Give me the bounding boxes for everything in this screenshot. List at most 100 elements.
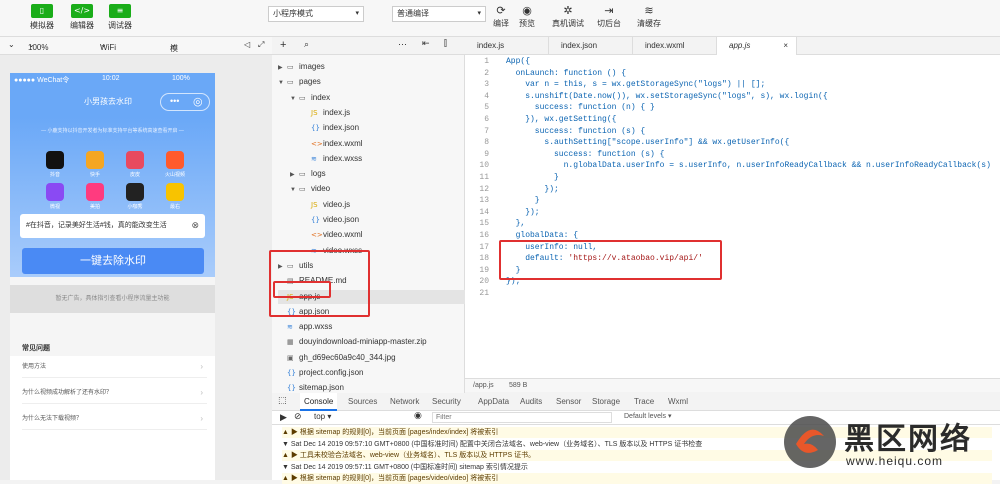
simulator-toggle-button[interactable]: ▯ 模拟器 xyxy=(22,4,62,31)
file-name: video.js xyxy=(323,199,351,209)
app-icon[interactable] xyxy=(166,151,184,169)
file-item[interactable]: ≋ app.wxss xyxy=(278,320,332,334)
add-file-icon[interactable]: + xyxy=(280,39,286,51)
line-number: 9 xyxy=(484,149,489,159)
devtools-tab[interactable]: Security xyxy=(432,393,461,411)
file-item[interactable]: JS index.js xyxy=(302,106,350,120)
folder-item[interactable]: ▼ ▭ pages xyxy=(278,75,321,89)
code-line[interactable]: success: function (n) { } xyxy=(506,102,655,114)
file-name: logs xyxy=(311,169,326,179)
file-item[interactable]: ▣ gh_d69ec60a9c40_344.jpg xyxy=(278,351,396,365)
remote-debug-button[interactable]: ✲ 真机调试 xyxy=(551,4,585,29)
file-item[interactable]: <>index.wxml xyxy=(302,137,363,151)
status-bar: ●●●●● WeChat令 10:02 100% xyxy=(10,73,215,87)
tab-app-js[interactable]: app.js × xyxy=(717,37,797,55)
app-icon[interactable] xyxy=(166,183,184,201)
app-icon[interactable] xyxy=(126,151,144,169)
file-item[interactable]: <>video.wxml xyxy=(302,228,363,242)
file-item[interactable]: {} video.json xyxy=(302,213,359,227)
code-line[interactable]: success: function (s) { xyxy=(506,149,664,161)
clear-input-icon[interactable]: ⊗ xyxy=(191,214,199,238)
tab-index-wxml[interactable]: index.wxml xyxy=(633,37,717,55)
tab-index-js[interactable]: index.js xyxy=(465,37,549,55)
code-line[interactable]: n.globalData.userInfo = s.userInfo, n.us… xyxy=(506,160,991,172)
code-line[interactable]: s.authSetting["scope.userInfo"] && wx.ge… xyxy=(506,137,789,149)
eye-icon[interactable]: ◉ xyxy=(414,411,422,421)
code-line[interactable]: onLaunch: function () { xyxy=(506,68,626,80)
code-line[interactable]: App({ xyxy=(506,56,530,68)
preview-button[interactable]: ◉ 预览 xyxy=(516,4,538,29)
folder-item[interactable]: ▶ ▭ logs xyxy=(290,167,326,181)
close-tab-icon[interactable]: × xyxy=(783,37,788,55)
code-line[interactable]: }), wx.getSetting({ xyxy=(506,114,616,126)
clear-cache-button[interactable]: ≋ 清缓存 xyxy=(635,4,663,29)
notice-text: — 小鹿支持以抖音开发者为标准支持平台等系统高速查看开启 — xyxy=(41,128,184,134)
collapse-icon[interactable]: ⇤ xyxy=(422,39,430,49)
app-icon[interactable] xyxy=(46,183,64,201)
code-line[interactable]: }); xyxy=(506,184,558,196)
capsule-menu[interactable]: ••• ◎ xyxy=(160,93,210,111)
file-item[interactable]: {} index.json xyxy=(302,121,359,135)
devtools-tab[interactable]: Console xyxy=(300,393,338,411)
more-icon[interactable]: ••• xyxy=(170,96,179,106)
rotate-icon[interactable]: ⤢ xyxy=(258,40,264,50)
tab-index-json[interactable]: index.json xyxy=(549,37,633,55)
code-line[interactable]: var n = this, s = wx.getStorageSync("log… xyxy=(506,79,765,91)
devtools-tab[interactable]: Storage xyxy=(592,393,620,411)
console-filter-input[interactable] xyxy=(432,412,612,423)
faq-item[interactable]: 为什么无法下载视频？ › xyxy=(22,408,207,430)
devtools-tab[interactable]: Sensor xyxy=(556,393,581,411)
devtools-tab[interactable]: Sources xyxy=(348,393,377,411)
volume-icon[interactable]: ◁ xyxy=(244,40,250,49)
folder-item[interactable]: ▼ ▭ video xyxy=(290,182,330,196)
file-item[interactable]: {} project.config.json xyxy=(278,366,363,380)
devtools-tab[interactable]: Audits xyxy=(520,393,542,411)
split-icon[interactable]: ⫿ xyxy=(444,39,447,49)
folder-item[interactable]: ▶ ▭ images xyxy=(278,60,325,74)
devtools-tab[interactable]: Trace xyxy=(634,393,654,411)
devtools-tab[interactable]: Wxml xyxy=(668,393,688,411)
zoom-select[interactable]: 100% ⌄ xyxy=(28,40,48,52)
devtools-tab[interactable]: Network xyxy=(390,393,419,411)
line-number: 21 xyxy=(479,289,489,298)
code-line[interactable]: success: function (s) { xyxy=(506,126,645,138)
app-label: 美拍 xyxy=(89,204,100,210)
search-icon[interactable]: ⌕ xyxy=(304,40,309,50)
remove-watermark-button[interactable]: 一键去除水印 xyxy=(22,248,204,274)
compile-button[interactable]: ⟳ 编译 xyxy=(490,4,512,29)
file-item[interactable]: ▦ douyindownload-miniapp-master.zip xyxy=(278,335,427,349)
mode-select[interactable]: 小程序模式 ▾ xyxy=(268,6,364,22)
ad-placeholder: 暂无广告，具体指引查看小程序流量主功能 xyxy=(10,285,215,313)
app-icon[interactable] xyxy=(126,183,144,201)
code-line[interactable]: }); xyxy=(506,207,539,219)
file-item[interactable]: ≋ index.wxss xyxy=(302,152,362,166)
background-button[interactable]: ⇥ 切后台 xyxy=(595,4,623,29)
link-input[interactable]: #在抖音，记录美好生活#钱，真的能改变生活 ⊗ xyxy=(20,214,205,238)
log-levels-select[interactable]: Default levels ▾ xyxy=(624,412,671,420)
code-line[interactable]: s.unshift(Date.now()), wx.setStorageSync… xyxy=(506,91,827,103)
app-icon[interactable] xyxy=(86,183,104,201)
block-icon[interactable]: ⊘ xyxy=(294,412,302,422)
operation-select[interactable]: 模拟操作 ⌄ xyxy=(170,40,178,86)
context-select[interactable]: top ▾ xyxy=(314,412,414,421)
code-line[interactable]: }, xyxy=(506,218,526,230)
inspect-icon[interactable]: ⬚ xyxy=(278,396,287,406)
code-line[interactable]: } xyxy=(506,172,559,184)
close-capsule-icon[interactable]: ◎ xyxy=(193,95,203,108)
folder-item[interactable]: ▼ ▭ index xyxy=(290,91,330,105)
play-icon[interactable]: ▶ xyxy=(280,412,287,423)
compile-select[interactable]: 普通编译 ▾ xyxy=(392,6,486,22)
debugger-toggle-button[interactable]: ≡ 调试器 xyxy=(100,4,140,31)
editor-status-bar: /app.js 589 B xyxy=(465,378,1000,392)
app-icon[interactable] xyxy=(86,151,104,169)
code-line[interactable]: } xyxy=(506,195,540,207)
network-select[interactable]: WiFi ⌄ xyxy=(100,40,116,52)
faq-item[interactable]: 使用方法 › xyxy=(22,356,207,378)
app-icon[interactable] xyxy=(46,151,64,169)
device-select[interactable]: ⌄ xyxy=(8,40,15,49)
devtools-tab[interactable]: AppData xyxy=(478,393,509,411)
more-icon[interactable]: ⋯ xyxy=(398,39,407,50)
editor-toggle-button[interactable]: </> 编辑器 xyxy=(62,4,102,31)
file-item[interactable]: JS video.js xyxy=(302,198,350,212)
faq-item[interactable]: 为什么视频成功解析了还有水印？ › xyxy=(22,382,207,404)
